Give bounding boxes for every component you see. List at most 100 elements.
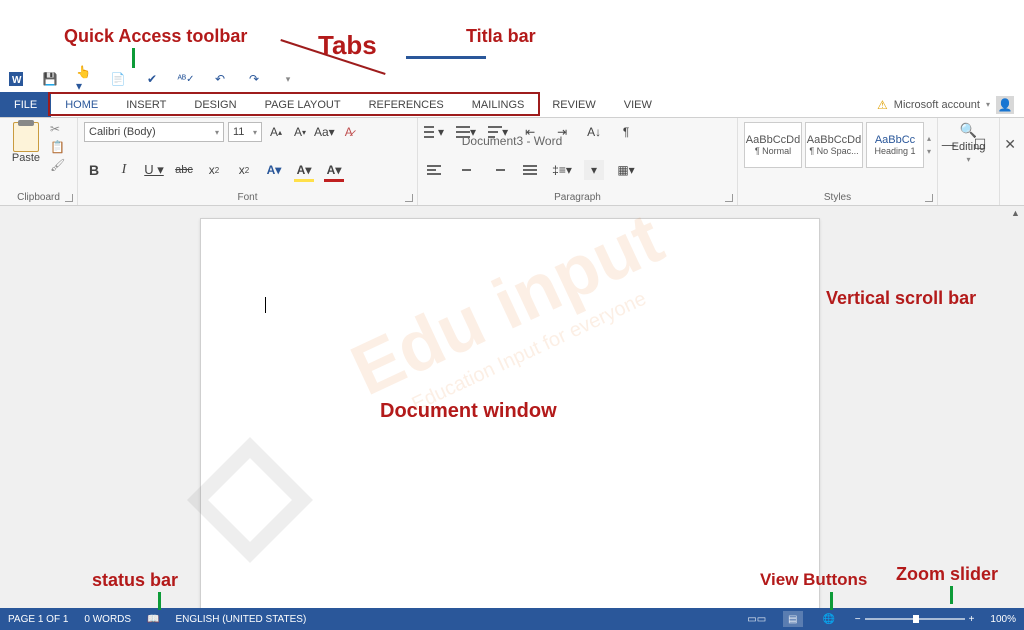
titlebar-underline (406, 56, 486, 59)
line-spacing-button[interactable]: ‡≡▾ (552, 160, 572, 180)
cut-icon[interactable]: ✂ (50, 122, 65, 136)
zoom-in-icon[interactable]: + (969, 614, 975, 625)
print-layout-icon[interactable]: ▤ (783, 611, 803, 627)
clear-formatting-button[interactable]: A̷ (339, 122, 359, 142)
file-tab[interactable]: FILE (0, 92, 51, 117)
borders-button[interactable]: ▦▾ (616, 160, 636, 180)
document-area: ▲ (0, 206, 1024, 608)
style-no-spacing[interactable]: AaBbCcDd¶ No Spac... (805, 122, 863, 168)
web-layout-icon[interactable]: 🌐 (819, 611, 839, 627)
clipboard-group-label: Clipboard (6, 190, 71, 203)
zoom-track[interactable] (865, 618, 965, 620)
ribbon: Paste ✂ 📋 🖌 Clipboard Calibri (Body)▾ 11… (0, 118, 1024, 206)
style-heading1[interactable]: AaBbCcHeading 1 (866, 122, 924, 168)
document-page[interactable] (200, 218, 820, 608)
change-case-button[interactable]: Aa▾ (314, 122, 335, 142)
tabs-highlight-box (48, 92, 540, 116)
text-effects-button[interactable]: A▾ (264, 160, 284, 180)
align-right-button[interactable] (488, 160, 508, 180)
grow-font-button[interactable]: A▴ (266, 122, 286, 142)
font-color-button[interactable]: A▾ (324, 160, 344, 180)
vertical-scrollbar[interactable]: ▲ (1008, 206, 1024, 608)
font-name-value: Calibri (Body) (89, 126, 156, 138)
paste-label: Paste (12, 152, 40, 164)
styles-more-button[interactable]: ▴▾ (927, 122, 931, 168)
copy-icon[interactable]: 📋 (50, 140, 65, 154)
paragraph-group-label: Paragraph (424, 190, 731, 203)
bold-button[interactable]: B (84, 160, 104, 180)
font-group: Calibri (Body)▾ 11▾ A▴ A▾ Aa▾ A̷ B I U ▾… (78, 118, 418, 205)
font-size-value: 11 (233, 126, 244, 138)
styles-launcher-icon[interactable] (925, 194, 933, 202)
show-marks-button[interactable]: ¶ (616, 122, 636, 142)
account-area: ⚠ Microsoft account ▾ 👤 (877, 92, 1024, 117)
font-size-select[interactable]: 11▾ (228, 122, 262, 142)
shrink-font-button[interactable]: A▾ (290, 122, 310, 142)
save-icon[interactable]: 💾 (42, 71, 58, 87)
styles-group: AaBbCcDd¶ Normal AaBbCcDd¶ No Spac... Aa… (738, 118, 938, 205)
font-name-select[interactable]: Calibri (Body)▾ (84, 122, 224, 142)
zoom-out-icon[interactable]: − (855, 614, 861, 625)
new-doc-icon[interactable]: 📄 (110, 71, 126, 87)
annot-quick-access: Quick Access toolbar (64, 26, 247, 47)
scroll-up-icon[interactable]: ▲ (1011, 208, 1020, 218)
font-group-label: Font (84, 190, 411, 203)
clipboard-launcher-icon[interactable] (65, 194, 73, 202)
zoom-value[interactable]: 100% (990, 614, 1016, 625)
align-center-button[interactable] (456, 160, 476, 180)
page-indicator[interactable]: PAGE 1 OF 1 (8, 614, 68, 625)
find-icon[interactable]: 🔍 (960, 122, 977, 139)
warning-icon: ⚠ (877, 98, 888, 112)
editing-group: 🔍 Editing ▾ (938, 118, 1000, 205)
multilevel-list-button[interactable]: ▾ (488, 122, 508, 142)
underline-button[interactable]: U ▾ (144, 160, 164, 180)
justify-button[interactable] (520, 160, 540, 180)
word-app-window: W 💾 👆▾ 📄 ✔ ᴬᴮ✓ ↶ ↷ ▾ Document3 - Word ? … (0, 66, 1024, 630)
spellcheck-icon[interactable]: ᴬᴮ✓ (178, 71, 194, 87)
status-bar: PAGE 1 OF 1 0 WORDS 📖 ENGLISH (UNITED ST… (0, 608, 1024, 630)
styles-group-label: Styles (744, 190, 931, 203)
proofing-icon[interactable]: 📖 (147, 614, 159, 625)
strikethrough-button[interactable]: abc (174, 160, 194, 180)
quick-access-toolbar: W 💾 👆▾ 📄 ✔ ᴬᴮ✓ ↶ ↷ ▾ (0, 71, 296, 87)
check-icon[interactable]: ✔ (144, 71, 160, 87)
bullets-button[interactable]: ▾ (424, 122, 444, 142)
highlight-button[interactable]: A▾ (294, 160, 314, 180)
paragraph-group: ▾ ▾ ▾ ⇤ ⇥ A↓ ¶ ‡≡▾ ▾ ▦▾ Paragraph (418, 118, 738, 205)
undo-icon[interactable]: ↶ (212, 71, 228, 87)
sort-button[interactable]: A↓ (584, 122, 604, 142)
word-count[interactable]: 0 WORDS (84, 614, 131, 625)
qat-customize-icon[interactable]: ▾ (280, 71, 296, 87)
font-launcher-icon[interactable] (405, 194, 413, 202)
superscript-button[interactable]: x2 (234, 160, 254, 180)
paste-icon (13, 122, 39, 152)
style-normal[interactable]: AaBbCcDd¶ Normal (744, 122, 802, 168)
clipboard-group: Paste ✂ 📋 🖌 Clipboard (0, 118, 78, 205)
shading-button[interactable]: ▾ (584, 160, 604, 180)
editing-label[interactable]: Editing (952, 141, 986, 153)
format-painter-icon[interactable]: 🖌 (50, 158, 65, 172)
zoom-thumb[interactable] (913, 615, 919, 623)
read-mode-icon[interactable]: ▭▭ (747, 611, 767, 627)
redo-icon[interactable]: ↷ (246, 71, 262, 87)
close-icon[interactable]: ✕ (1004, 136, 1016, 153)
paste-button[interactable]: Paste (6, 122, 46, 172)
word-icon: W (8, 71, 24, 87)
paragraph-launcher-icon[interactable] (725, 194, 733, 202)
svg-text:W: W (12, 75, 22, 86)
italic-button[interactable]: I (114, 160, 134, 180)
tab-review[interactable]: REVIEW (538, 92, 609, 117)
language-indicator[interactable]: ENGLISH (UNITED STATES) (176, 614, 307, 625)
annot-title-bar: Titla bar (466, 26, 536, 47)
account-label[interactable]: Microsoft account (894, 99, 980, 111)
align-left-button[interactable] (424, 160, 444, 180)
tick-quick-access (132, 48, 135, 68)
touch-mode-icon[interactable]: 👆▾ (76, 71, 92, 87)
decrease-indent-button[interactable]: ⇤ (520, 122, 540, 142)
increase-indent-button[interactable]: ⇥ (552, 122, 572, 142)
tab-view[interactable]: VIEW (610, 92, 666, 117)
user-avatar-icon[interactable]: 👤 (996, 96, 1014, 114)
subscript-button[interactable]: x2 (204, 160, 224, 180)
zoom-slider[interactable]: − + (855, 614, 975, 625)
numbering-button[interactable]: ▾ (456, 122, 476, 142)
